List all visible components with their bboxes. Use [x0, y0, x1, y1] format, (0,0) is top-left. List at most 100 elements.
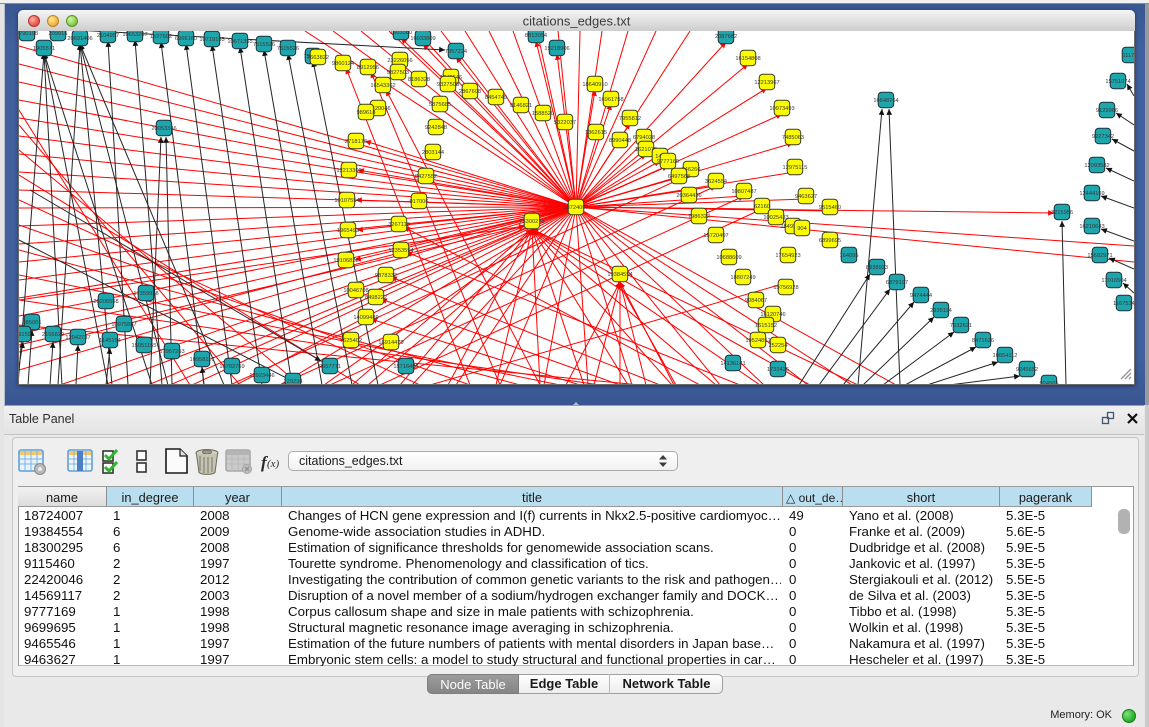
svg-text:6794028: 6794028	[633, 135, 655, 141]
svg-text:6497568: 6497568	[668, 174, 690, 180]
svg-text:19218906: 19218906	[544, 46, 569, 52]
svg-text:5875685: 5875685	[429, 102, 451, 108]
svg-text:20364436: 20364436	[676, 193, 701, 199]
svg-text:9878332: 9878332	[375, 273, 397, 279]
svg-text:12213369: 12213369	[336, 168, 361, 174]
svg-text:7986322: 7986322	[688, 214, 710, 220]
svg-text:15051155: 15051155	[132, 343, 157, 349]
svg-text:12975115: 12975115	[783, 165, 808, 171]
svg-text:15716485: 15716485	[393, 364, 418, 370]
svg-text:20053346: 20053346	[151, 126, 176, 132]
svg-text:7515526: 7515526	[277, 46, 299, 52]
svg-text:17359958: 17359958	[133, 291, 158, 297]
svg-text:16914479: 16914479	[378, 340, 403, 346]
svg-text:8938923: 8938923	[866, 265, 888, 271]
svg-text:8912956: 8912956	[357, 65, 379, 71]
svg-text:5322037: 5322037	[554, 120, 576, 126]
svg-text:9463627: 9463627	[795, 194, 817, 200]
svg-text:(x): (x)	[267, 458, 280, 470]
svg-text:7485063: 7485063	[782, 135, 804, 141]
svg-text:8471626: 8471626	[972, 338, 994, 344]
svg-text:9129966: 9129966	[1096, 108, 1118, 114]
svg-text:2803144: 2803144	[422, 150, 444, 156]
svg-text:18724007: 18724007	[563, 205, 588, 211]
svg-text:25300275: 25300275	[519, 219, 544, 225]
svg-text:917006: 917006	[410, 199, 429, 205]
svg-text:12093582: 12093582	[1084, 163, 1109, 169]
svg-text:1145194: 1145194	[99, 338, 121, 344]
svg-text:129234: 129234	[284, 379, 303, 384]
svg-text:12444159: 12444159	[1079, 191, 1104, 197]
svg-text:16210643: 16210643	[1079, 224, 1104, 230]
svg-text:15720407: 15720407	[703, 233, 728, 239]
svg-text:18640910: 18640910	[582, 82, 607, 88]
svg-text:14136141: 14136141	[720, 361, 745, 367]
svg-text:10975887: 10975887	[111, 322, 136, 328]
svg-text:10807487: 10807487	[731, 189, 756, 195]
svg-text:7625402: 7625402	[340, 338, 362, 344]
svg-text:15692971: 15692971	[1087, 253, 1112, 259]
svg-text:9860124: 9860124	[332, 61, 354, 67]
svg-text:9515460: 9515460	[819, 205, 841, 211]
svg-text:9245652: 9245652	[1016, 367, 1038, 373]
svg-text:20206558: 20206558	[93, 299, 118, 305]
svg-text:7357224: 7357224	[445, 49, 467, 55]
svg-text:6879197: 6879197	[886, 280, 908, 286]
svg-text:15751074: 15751074	[1105, 79, 1130, 85]
svg-text:1615152: 1615152	[755, 323, 777, 329]
svg-text:16782759: 16782759	[219, 364, 244, 370]
svg-text:1362615: 1362615	[585, 130, 607, 136]
svg-text:164095: 164095	[840, 253, 859, 259]
svg-text:10688609: 10688609	[716, 255, 741, 261]
svg-text:904: 904	[797, 226, 807, 232]
svg-text:10653267: 10653267	[122, 32, 147, 38]
svg-text:18807249: 18807249	[730, 275, 755, 281]
svg-text:10958117: 10958117	[190, 357, 215, 363]
svg-text:10107554: 10107554	[334, 198, 359, 204]
svg-text:6899695: 6899695	[819, 238, 841, 244]
svg-text:3624554: 3624554	[705, 179, 727, 185]
svg-text:1603380: 1603380	[390, 31, 412, 36]
svg-text:9146821: 9146821	[510, 103, 532, 109]
svg-text:2867608: 2867608	[459, 89, 481, 95]
svg-text:19106822: 19106822	[333, 258, 358, 264]
svg-text:10973493: 10973493	[769, 106, 794, 112]
svg-text:16033809: 16033809	[410, 36, 435, 42]
svg-text:10046708: 10046708	[343, 288, 368, 294]
svg-text:19756928: 19756928	[773, 285, 798, 291]
svg-text:2104957: 2104957	[97, 33, 119, 39]
svg-text:10671355: 10671355	[227, 39, 252, 45]
svg-text:924565: 924565	[1040, 381, 1059, 384]
svg-text:39159: 39159	[19, 332, 31, 338]
svg-text:1733426: 1733426	[767, 367, 789, 373]
svg-text:8498222: 8498222	[365, 295, 387, 301]
svg-text:1167534: 1167534	[1113, 301, 1134, 307]
svg-text:9327508: 9327508	[437, 82, 459, 88]
svg-text:12942737: 12942737	[65, 335, 90, 341]
svg-text:10654112: 10654112	[993, 353, 1018, 359]
svg-text:9227342: 9227342	[1092, 134, 1114, 140]
svg-text:989618: 989618	[357, 110, 376, 116]
svg-text:985001: 985001	[23, 320, 42, 326]
svg-text:1588520: 1588520	[532, 111, 554, 117]
svg-text:9084067: 9084067	[745, 298, 767, 304]
svg-text:9657771: 9657771	[319, 364, 341, 370]
svg-text:20691406: 20691406	[67, 36, 92, 42]
svg-text:8990448: 8990448	[609, 138, 631, 144]
svg-text:7955812: 7955812	[619, 116, 641, 122]
svg-text:2156829: 2156829	[42, 332, 64, 338]
svg-text:14099489: 14099489	[353, 315, 378, 321]
svg-text:2087682: 2087682	[715, 34, 737, 40]
svg-text:3267110: 3267110	[388, 222, 410, 228]
svg-text:209915: 209915	[49, 31, 68, 37]
svg-text:2718176: 2718176	[345, 139, 367, 145]
svg-text:2790198: 2790198	[19, 31, 38, 37]
svg-text:19524851: 19524851	[745, 338, 770, 344]
svg-text:1905571: 1905571	[33, 46, 55, 52]
svg-text:11174: 11174	[1123, 53, 1134, 59]
svg-text:9777169: 9777169	[657, 159, 679, 165]
svg-text:252254: 252254	[769, 343, 788, 349]
svg-text:16961758: 16961758	[598, 97, 623, 103]
svg-text:16543362: 16543362	[370, 83, 395, 89]
svg-text:16648764: 16648764	[873, 98, 898, 104]
